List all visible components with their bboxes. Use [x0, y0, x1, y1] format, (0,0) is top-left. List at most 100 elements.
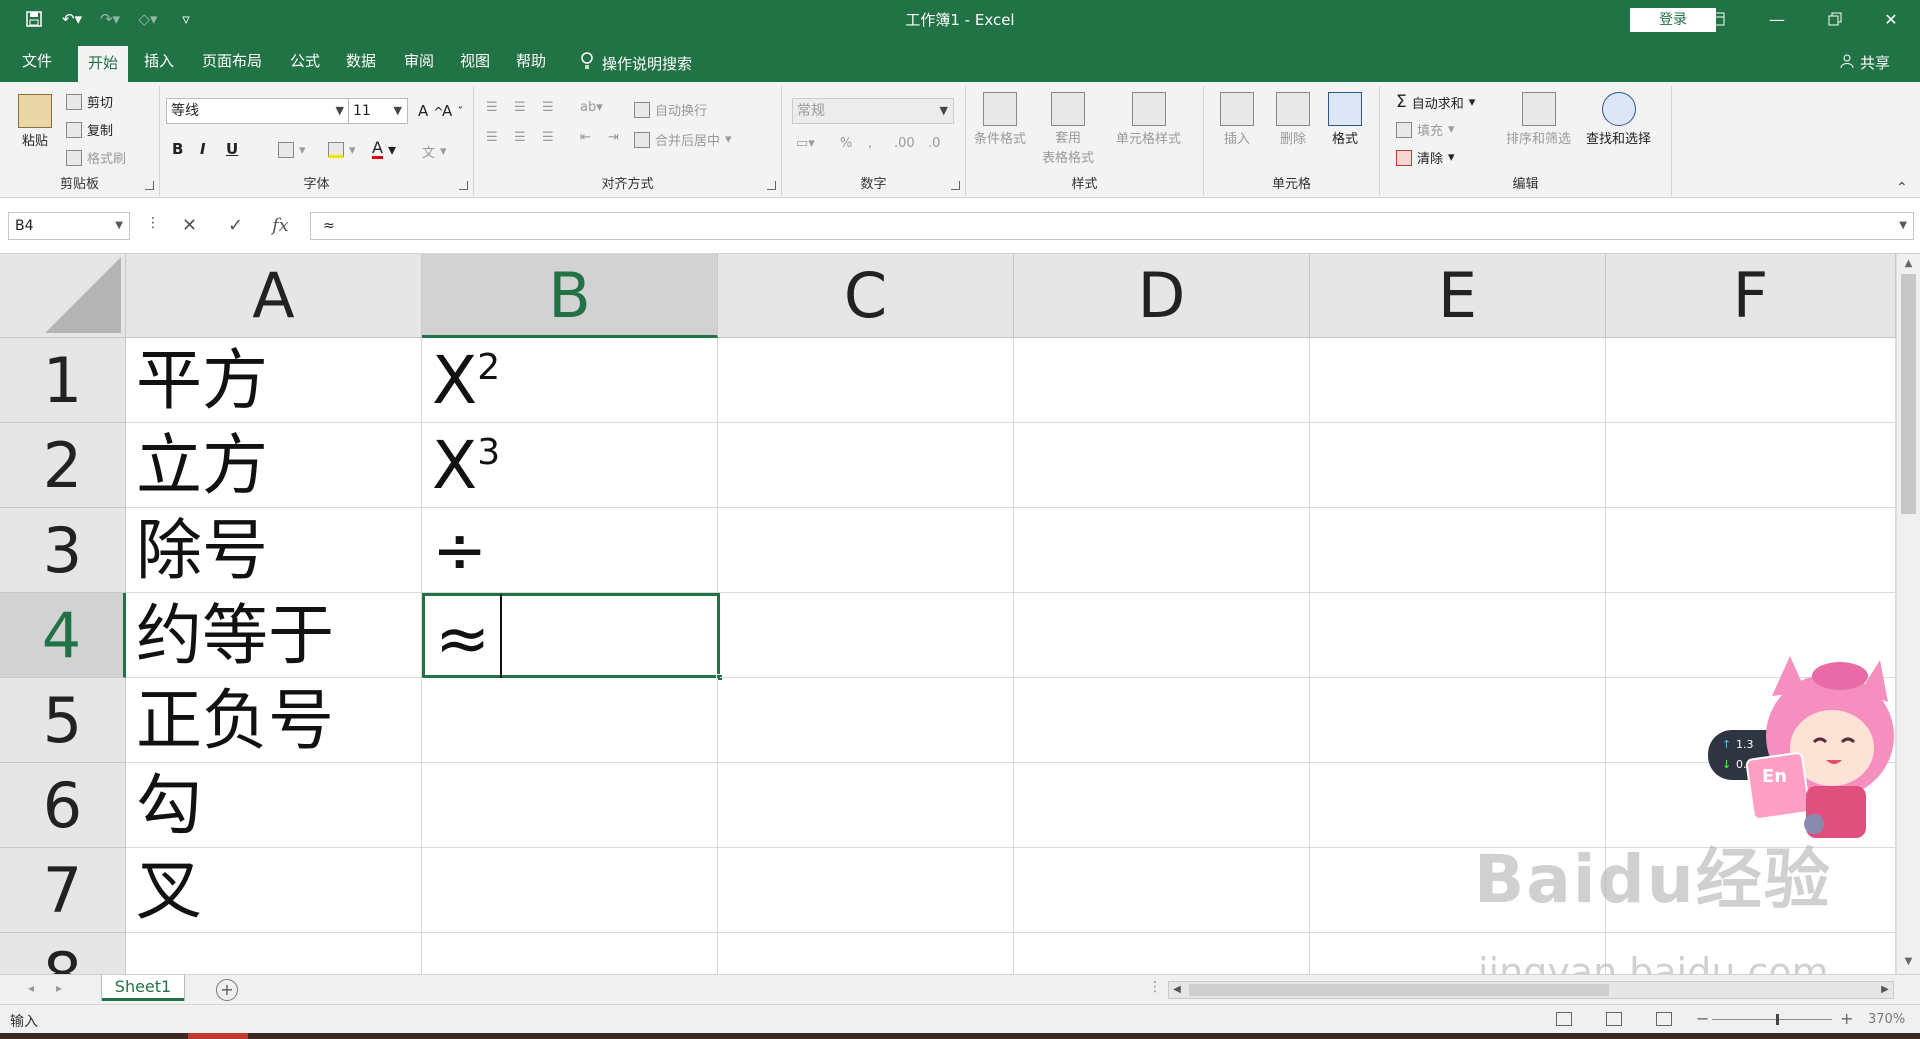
minimize-icon[interactable]: — [1754, 0, 1800, 38]
cell-d3[interactable] [1014, 508, 1310, 593]
orientation-icon[interactable]: ab▾ [580, 100, 603, 115]
cell-b7[interactable] [422, 848, 718, 933]
cell-a8[interactable] [126, 933, 422, 974]
percent-icon[interactable]: % [840, 136, 852, 151]
share-button[interactable]: 共享 [1840, 52, 1890, 73]
fill-button[interactable]: 填充 ▾ [1396, 120, 1455, 139]
cell-d1[interactable] [1014, 338, 1310, 423]
format-cells-button[interactable]: 格式 [1328, 92, 1362, 147]
cell-e5[interactable] [1310, 678, 1606, 763]
normal-view-icon[interactable] [1556, 1012, 1572, 1026]
scroll-right-icon[interactable]: ▶ [1877, 982, 1893, 998]
column-header-f[interactable]: F [1606, 254, 1896, 338]
cell-c8[interactable] [718, 933, 1014, 974]
sort-filter-button[interactable]: 排序和筛选 [1506, 92, 1571, 147]
zoom-slider-thumb[interactable] [1776, 1014, 1779, 1025]
conditional-formatting-button[interactable]: 条件格式 [974, 92, 1026, 147]
tab-view[interactable]: 视图 [450, 46, 500, 82]
column-header-c[interactable]: C [718, 254, 1014, 338]
cell-b6[interactable] [422, 763, 718, 848]
tell-me-search[interactable]: 操作说明搜索 [580, 52, 692, 74]
page-break-view-icon[interactable] [1656, 1012, 1672, 1026]
sheet-tab-sheet1[interactable]: Sheet1 [102, 975, 184, 1001]
wrap-text-button[interactable]: 自动换行 [634, 100, 707, 119]
comma-icon[interactable]: , [868, 136, 872, 151]
cell-a1[interactable]: 平方 [126, 338, 422, 423]
horizontal-scrollbar[interactable]: ◀ ▶ [1168, 981, 1894, 999]
clear-button[interactable]: 清除 ▾ [1396, 148, 1455, 167]
phonetic-button[interactable]: 文 ▾ [422, 142, 447, 161]
font-name-combo[interactable]: 等线 ▼ [166, 98, 350, 124]
tab-data[interactable]: 数据 [336, 46, 386, 82]
select-all-corner[interactable] [0, 254, 126, 338]
cell-a5[interactable]: 正负号 [126, 678, 422, 763]
format-painter-button[interactable]: 格式刷 [66, 148, 126, 167]
prev-sheet-icon[interactable]: ◂ [28, 981, 34, 995]
tab-review[interactable]: 审阅 [394, 46, 444, 82]
restore-icon[interactable] [1812, 0, 1858, 38]
number-launcher-icon[interactable] [951, 181, 960, 190]
number-format-combo[interactable]: 常规 ▼ [792, 98, 954, 124]
cell-b2[interactable]: X3 [422, 423, 718, 508]
cell-c3[interactable] [718, 508, 1014, 593]
cell-f1[interactable] [1606, 338, 1896, 423]
zoom-slider[interactable] [1712, 1019, 1832, 1020]
add-sheet-icon[interactable]: + [216, 979, 238, 1001]
zoom-in-icon[interactable]: + [1840, 1009, 1853, 1028]
cell-b8[interactable] [422, 933, 718, 974]
formula-input[interactable]: ≈ ▼ [310, 212, 1914, 240]
cell-c6[interactable] [718, 763, 1014, 848]
align-center-icon[interactable]: ☰ [514, 130, 526, 145]
cell-d5[interactable] [1014, 678, 1310, 763]
zoom-out-icon[interactable]: − [1696, 1009, 1709, 1028]
cell-c4[interactable] [720, 593, 1014, 678]
find-select-button[interactable]: 查找和选择 [1586, 92, 1651, 147]
tab-page-layout[interactable]: 页面布局 [192, 46, 272, 82]
tab-home[interactable]: 开始 [78, 46, 129, 82]
column-header-a[interactable]: A [126, 254, 422, 338]
tab-file[interactable]: 文件 [12, 46, 62, 82]
cell-a6[interactable]: 勾 [126, 763, 422, 848]
fill-color-button[interactable]: ▾ [328, 142, 356, 158]
increase-indent-icon[interactable]: ⇥ [608, 130, 619, 145]
delete-cells-button[interactable]: 删除 [1276, 92, 1310, 147]
autosum-button[interactable]: Σ 自动求和 ▾ [1396, 92, 1475, 112]
cell-e3[interactable] [1310, 508, 1606, 593]
row-header-5[interactable]: 5 [0, 678, 126, 763]
align-left-icon[interactable]: ☰ [486, 130, 498, 145]
confirm-entry-icon[interactable]: ✓ [228, 215, 243, 236]
accounting-icon[interactable]: ▭▾ [796, 136, 815, 151]
insert-cells-button[interactable]: 插入 [1220, 92, 1254, 147]
font-color-button[interactable]: A ▾ [372, 140, 396, 159]
row-header-4[interactable]: 4 [0, 593, 126, 678]
cancel-entry-icon[interactable]: ✕ [182, 215, 197, 236]
font-size-combo[interactable]: 11 ▼ [348, 98, 408, 124]
cell-d8[interactable] [1014, 933, 1310, 974]
cell-styles-button[interactable]: 单元格样式 [1116, 92, 1181, 147]
column-header-d[interactable]: D [1014, 254, 1310, 338]
align-top-icon[interactable]: ☰ [486, 100, 498, 115]
cell-d4[interactable] [1014, 593, 1310, 678]
bold-button[interactable]: B [172, 140, 183, 158]
italic-button[interactable]: I [200, 140, 206, 158]
cell-c1[interactable] [718, 338, 1014, 423]
cell-e2[interactable] [1310, 423, 1606, 508]
merge-center-button[interactable]: 合并后居中 ▾ [634, 130, 732, 149]
name-box[interactable]: B4 ▼ [8, 212, 130, 240]
cell-a7[interactable]: 叉 [126, 848, 422, 933]
cell-c2[interactable] [718, 423, 1014, 508]
alignment-launcher-icon[interactable] [767, 181, 776, 190]
row-header-6[interactable]: 6 [0, 763, 126, 848]
cell-f3[interactable] [1606, 508, 1896, 593]
row-header-7[interactable]: 7 [0, 848, 126, 933]
decrease-indent-icon[interactable]: ⇤ [580, 130, 591, 145]
cell-c7[interactable] [718, 848, 1014, 933]
increase-decimal-icon[interactable]: .00 [894, 136, 915, 151]
cell-b5[interactable] [422, 678, 718, 763]
align-bottom-icon[interactable]: ☰ [542, 100, 554, 115]
scroll-left-icon[interactable]: ◀ [1169, 982, 1185, 998]
row-header-2[interactable]: 2 [0, 423, 126, 508]
cell-a2[interactable]: 立方 [126, 423, 422, 508]
cell-a3[interactable]: 除号 [126, 508, 422, 593]
scroll-up-icon[interactable]: ▲ [1901, 256, 1916, 272]
